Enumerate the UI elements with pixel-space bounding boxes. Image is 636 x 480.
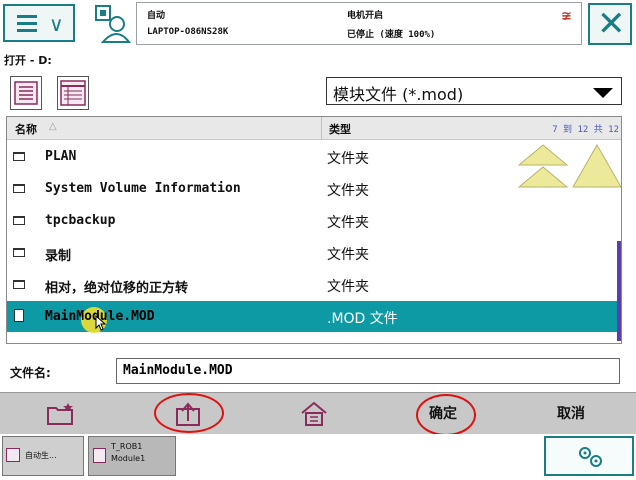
new-folder-button[interactable] bbox=[0, 393, 126, 435]
list-item[interactable]: tpcbackup 文件夹 bbox=[7, 205, 621, 236]
folder-icon bbox=[13, 184, 25, 193]
page-up-icon bbox=[572, 143, 621, 188]
detail-view-button[interactable] bbox=[57, 76, 89, 110]
operator-robot-icon[interactable] bbox=[93, 4, 131, 44]
item-name: PLAN bbox=[45, 149, 77, 164]
list-header: 名称 △ 类型 7 到 12 共 12 bbox=[7, 117, 621, 140]
mode-text: 自动 bbox=[147, 11, 166, 21]
filename-input[interactable]: MainModule.MOD bbox=[116, 358, 620, 384]
chevron-down-icon: ∨ bbox=[49, 12, 64, 36]
scroll-up-icon bbox=[517, 144, 569, 188]
folder-icon bbox=[13, 280, 25, 289]
column-type-header[interactable]: 类型 bbox=[329, 121, 351, 137]
item-type: 文件夹 bbox=[327, 279, 369, 295]
item-name: 录制 bbox=[45, 249, 72, 264]
file-type-dropdown[interactable]: 模块文件 (*.mod) bbox=[326, 77, 622, 105]
task-line1: T_ROB1 bbox=[111, 442, 143, 451]
gear-icon bbox=[579, 447, 602, 467]
file-type-selected: 模块文件 (*.mod) bbox=[333, 85, 464, 104]
task-auto-production[interactable]: 自动生... bbox=[2, 436, 84, 476]
taskbar: 自动生... T_ROB1 Module1 bbox=[0, 434, 636, 480]
top-bar: ∨ 自动 LAPTOP-O86NS28K 电机开启 已停止 (速度 100%) … bbox=[0, 0, 636, 48]
current-path: 打开 - D: bbox=[4, 54, 52, 67]
item-name: System Volume Information bbox=[45, 181, 241, 196]
folder-icon bbox=[13, 152, 25, 161]
item-type: 文件夹 bbox=[327, 183, 369, 199]
sort-asc-icon: △ bbox=[49, 121, 57, 132]
ok-button[interactable]: 确定 bbox=[380, 393, 506, 436]
task-line2: Module1 bbox=[111, 454, 146, 463]
file-list[interactable]: 名称 △ 类型 7 到 12 共 12 PLAN 文件夹 System Volu… bbox=[6, 116, 622, 344]
signal-icon: ≆ bbox=[561, 9, 572, 24]
item-name: 相对，绝对位移的正方转 bbox=[45, 281, 189, 296]
dropdown-arrow-icon bbox=[593, 88, 613, 98]
item-type: 文件夹 bbox=[327, 151, 369, 167]
hamburger-icon bbox=[17, 15, 37, 33]
scrollbar[interactable] bbox=[617, 241, 621, 341]
task-label: 自动生... bbox=[25, 451, 57, 460]
scroll-arrows[interactable] bbox=[517, 143, 622, 189]
folder-icon bbox=[13, 216, 25, 225]
run-state-text: 已停止 (速度 100%) bbox=[347, 30, 436, 40]
list-item[interactable]: 相对，绝对位移的正方转 文件夹 bbox=[7, 269, 621, 300]
item-type: .MOD 文件 bbox=[327, 311, 398, 327]
home-icon bbox=[301, 401, 327, 426]
column-name-header[interactable]: 名称 bbox=[15, 121, 37, 137]
status-panel[interactable]: 自动 LAPTOP-O86NS28K 电机开启 已停止 (速度 100%) ≆ bbox=[136, 2, 582, 45]
production-window-icon bbox=[6, 448, 20, 462]
motor-state-text: 电机开启 bbox=[347, 11, 384, 21]
item-type: 文件夹 bbox=[327, 247, 369, 263]
annotation-circle bbox=[154, 393, 224, 433]
column-divider bbox=[321, 117, 322, 139]
task-program-editor[interactable]: T_ROB1 Module1 bbox=[88, 436, 176, 476]
folder-icon bbox=[13, 248, 25, 257]
cancel-button[interactable]: 取消 bbox=[508, 393, 634, 435]
list-view-icon bbox=[14, 81, 38, 105]
filename-label: 文件名: bbox=[10, 366, 51, 380]
list-view-button[interactable] bbox=[10, 76, 42, 110]
mouse-cursor-icon bbox=[95, 315, 107, 331]
detail-view-icon bbox=[60, 80, 86, 106]
main-menu-button[interactable]: ∨ bbox=[3, 4, 75, 42]
close-icon: ✕ bbox=[597, 4, 626, 44]
item-type: 文件夹 bbox=[327, 215, 369, 231]
host-text: LAPTOP-O86NS28K bbox=[147, 27, 229, 37]
cancel-label: 取消 bbox=[557, 406, 585, 422]
quickset-button[interactable] bbox=[544, 436, 634, 476]
bottom-toolbar: 确定 取消 bbox=[0, 392, 636, 436]
program-editor-icon bbox=[93, 448, 106, 463]
item-name: tpcbackup bbox=[45, 213, 116, 228]
parent-folder-button[interactable] bbox=[126, 393, 252, 435]
list-item[interactable]: 录制 文件夹 bbox=[7, 237, 621, 268]
item-count: 7 到 12 共 12 bbox=[552, 125, 619, 135]
home-button[interactable] bbox=[252, 393, 378, 435]
list-item-selected[interactable]: MainModule.MOD .MOD 文件 bbox=[7, 301, 621, 333]
new-folder-icon bbox=[47, 403, 73, 425]
file-icon bbox=[14, 309, 24, 322]
annotation-circle bbox=[416, 394, 476, 436]
close-button[interactable]: ✕ bbox=[588, 3, 632, 45]
